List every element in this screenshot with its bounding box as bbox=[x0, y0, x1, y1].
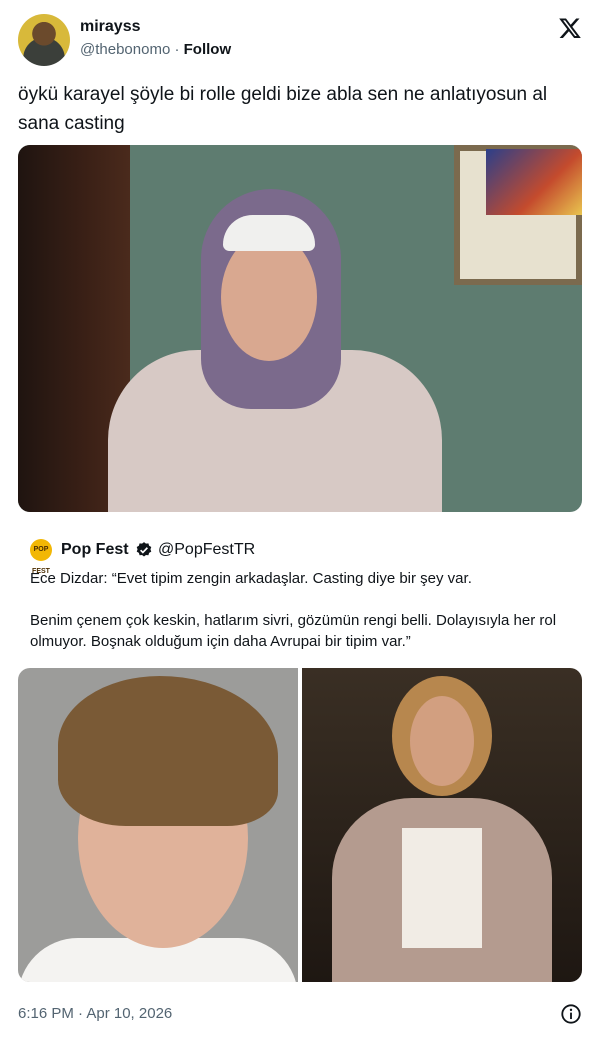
tweet-photo[interactable] bbox=[18, 145, 582, 512]
quoted-author-name[interactable]: Pop Fest bbox=[61, 541, 129, 559]
author-handle[interactable]: @thebonomo bbox=[80, 41, 170, 58]
x-logo-icon[interactable] bbox=[558, 16, 582, 40]
still-face bbox=[410, 696, 474, 786]
quoted-tweet-text: Ece Dizdar: “Evet tipim zengin arkadaşla… bbox=[30, 568, 570, 673]
quoted-photo-still[interactable] bbox=[302, 668, 582, 982]
quoted-tweet-header: POP FEST Pop Fest @PopFestTR bbox=[18, 535, 582, 575]
verified-badge-icon bbox=[136, 542, 152, 557]
quoted-tweet[interactable]: POP FEST Pop Fest @PopFestTR Ece Dizdar:… bbox=[18, 535, 582, 650]
quoted-author-handle[interactable]: @PopFestTR bbox=[158, 541, 255, 559]
photo-background-painting bbox=[486, 149, 582, 215]
handle-separator: · bbox=[170, 41, 184, 58]
quoted-paragraph-1: Ece Dizdar: “Evet tipim zengin arkadaşla… bbox=[30, 570, 472, 587]
author-display-name[interactable]: mirayss bbox=[80, 18, 141, 36]
tweet-text: öykü karayel şöyle bi rolle geldi bize a… bbox=[18, 84, 548, 134]
follow-button[interactable]: Follow bbox=[184, 41, 232, 58]
tweet-timestamp[interactable]: 6:16 PM · Apr 10, 2026 bbox=[18, 1005, 172, 1022]
photo-subject-face bbox=[221, 233, 317, 361]
portrait-hair bbox=[58, 676, 278, 826]
info-icon[interactable] bbox=[560, 1003, 582, 1025]
quoted-author-avatar[interactable]: POP FEST bbox=[30, 539, 52, 575]
quoted-paragraph-2: Benim çenem çok keskin, hatlarım sivri, … bbox=[30, 612, 557, 650]
photo-subject-cap bbox=[223, 215, 315, 251]
tweet-header: mirayss @thebonomo · Follow bbox=[18, 14, 582, 66]
author-handle-line: @thebonomo · Follow bbox=[80, 41, 231, 58]
tweet-footer: 6:16 PM · Apr 10, 2026 bbox=[18, 1002, 582, 1026]
quoted-photo-portrait[interactable] bbox=[18, 668, 298, 982]
still-top bbox=[402, 828, 482, 948]
author-avatar[interactable] bbox=[18, 14, 70, 66]
